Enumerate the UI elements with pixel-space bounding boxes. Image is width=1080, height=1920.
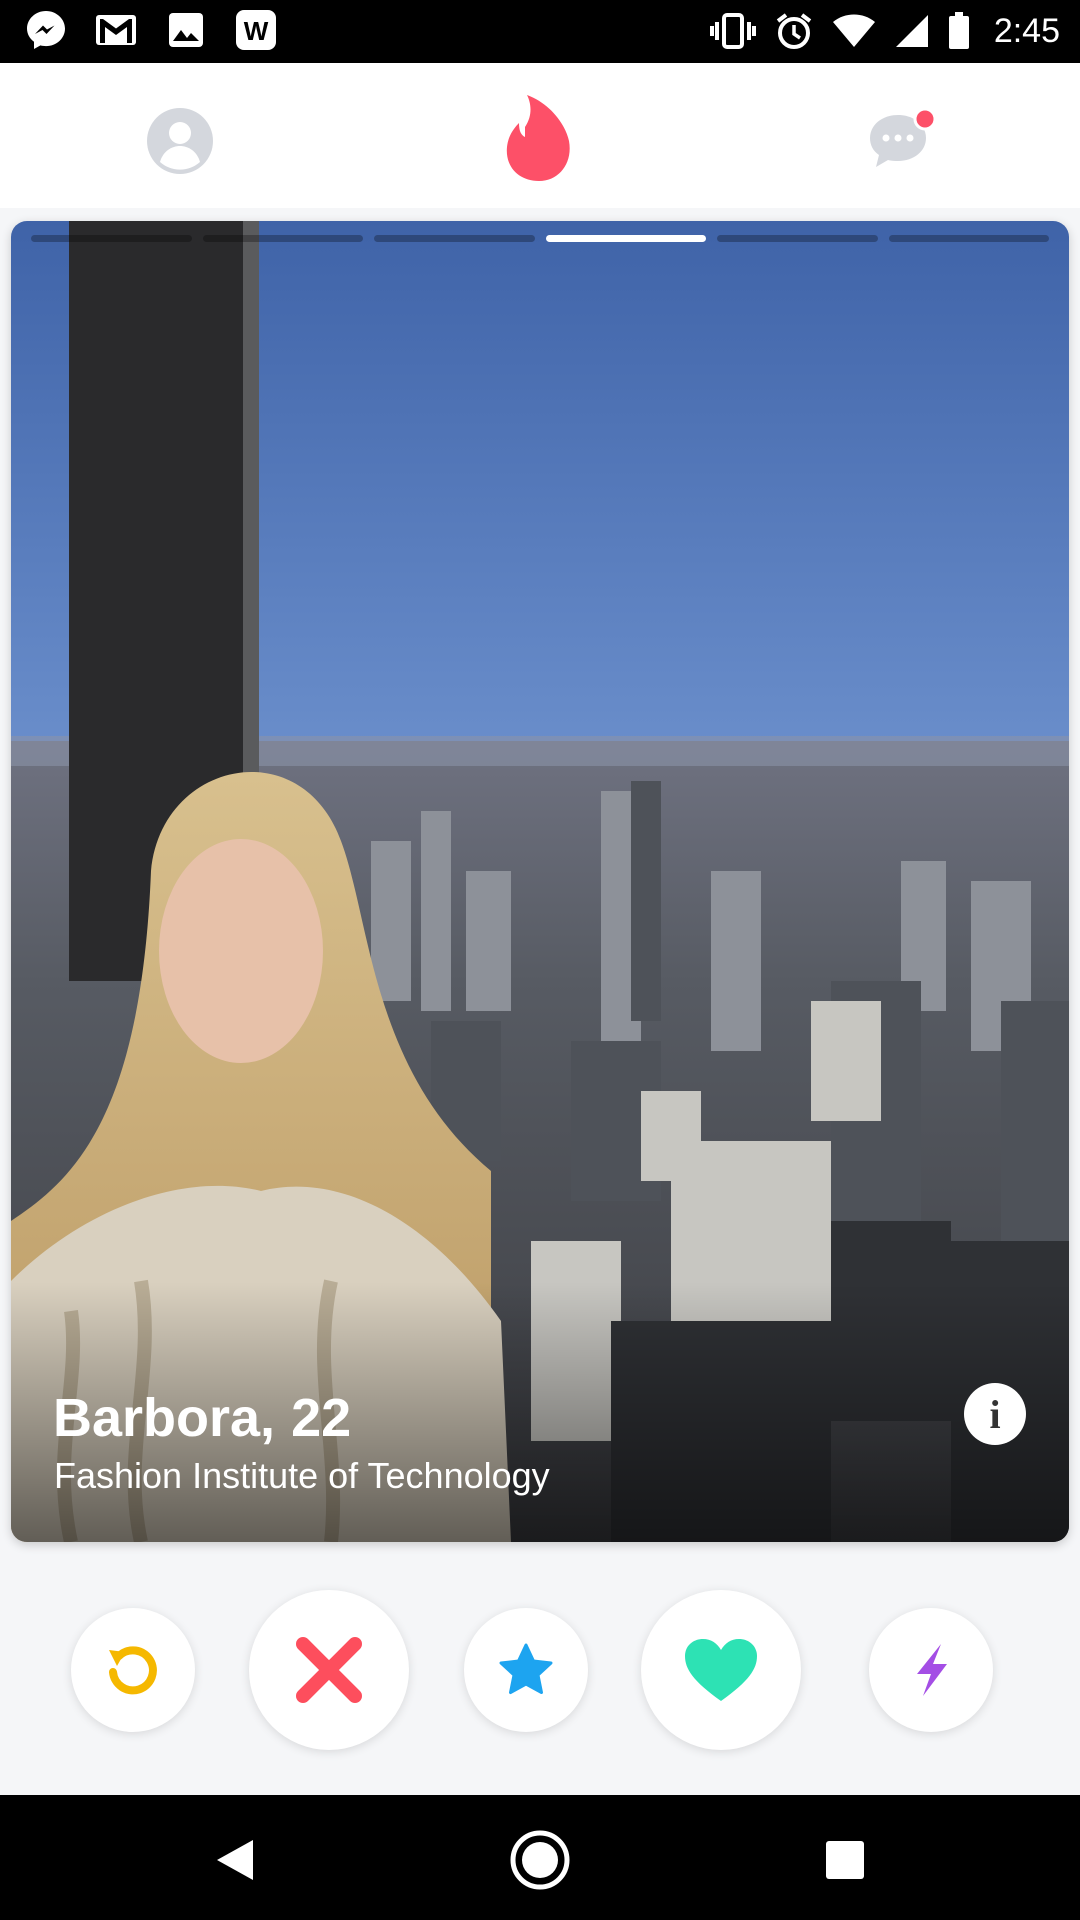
info-icon: i <box>989 1391 1001 1437</box>
profile-name: Barbora, <box>53 1388 276 1448</box>
profile-button[interactable] <box>140 101 220 181</box>
messages-button[interactable] <box>860 101 940 181</box>
tinder-flame-icon <box>506 95 570 181</box>
like-button[interactable] <box>641 1590 801 1750</box>
action-bar <box>0 1580 1080 1760</box>
messenger-icon <box>24 8 68 52</box>
back-button[interactable] <box>200 1825 270 1895</box>
recents-button[interactable] <box>810 1825 880 1895</box>
super-like-star-icon <box>499 1643 553 1694</box>
home-button[interactable] <box>505 1825 575 1895</box>
like-heart-icon <box>685 1639 757 1701</box>
super-like-button[interactable] <box>464 1608 588 1732</box>
profile-school: Fashion Institute of Technology <box>54 1455 550 1496</box>
gmail-icon <box>94 8 138 52</box>
status-time: 2:45 <box>993 11 1060 50</box>
messages-icon <box>870 107 935 167</box>
info-button[interactable]: i <box>964 1383 1026 1445</box>
messages-badge <box>913 107 935 131</box>
back-icon <box>217 1840 253 1880</box>
alarm-icon <box>776 13 812 49</box>
battery-icon <box>948 12 969 49</box>
photo-indicator[interactable] <box>888 235 1049 242</box>
top-navigation <box>0 63 1080 208</box>
cell-signal-icon <box>895 15 928 47</box>
photo-indicator[interactable] <box>374 235 535 242</box>
profile-age: 22 <box>291 1388 352 1448</box>
photo-indicator-active[interactable] <box>545 235 706 242</box>
photo-indicator[interactable] <box>202 235 363 242</box>
rewind-button[interactable] <box>71 1608 195 1732</box>
home-icon <box>510 1830 570 1890</box>
photo-indicator[interactable] <box>31 235 192 242</box>
profile-card[interactable]: Barbora, 22 Fashion Institute of Technol… <box>11 221 1069 1542</box>
profile-name-age: Barbora, 22 <box>53 1387 351 1449</box>
photo-indicator[interactable] <box>717 235 878 242</box>
svg-text:W: W <box>244 16 269 46</box>
vibrate-icon <box>709 13 756 49</box>
nope-x-icon <box>296 1637 362 1703</box>
photo-progress <box>31 235 1049 242</box>
wifi-icon <box>832 14 875 47</box>
boost-bolt-icon <box>917 1644 947 1696</box>
system-navigation-bar <box>0 1795 1080 1920</box>
status-bar: W 2:45 <box>0 0 1080 63</box>
gallery-icon <box>164 8 208 52</box>
notification-icons: W <box>24 8 278 52</box>
tinder-flame-button[interactable] <box>500 91 580 185</box>
system-icons: 2:45 <box>709 6 1060 56</box>
w-app-icon: W <box>234 8 278 52</box>
rewind-icon <box>109 1646 157 1695</box>
boost-button[interactable] <box>869 1608 993 1732</box>
profile-icon <box>147 108 213 174</box>
nope-button[interactable] <box>249 1590 409 1750</box>
recents-icon <box>826 1841 864 1879</box>
